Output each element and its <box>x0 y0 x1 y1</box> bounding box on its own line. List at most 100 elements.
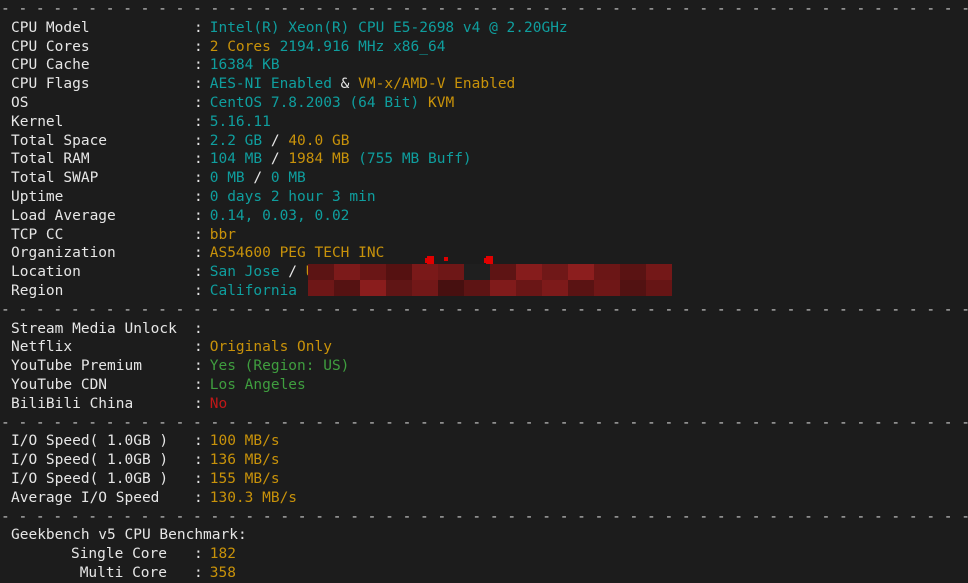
io-speed-row-label: I/O Speed( 1.0GB ) <box>11 452 169 469</box>
system-info-row-colon: : <box>194 151 203 168</box>
system-info-row-label: CPU Model <box>11 19 90 36</box>
system-info-row-value-part: 2.2 GB <box>209 132 263 149</box>
stream-media-row-value: No <box>203 396 227 412</box>
io-speed-row-value-part: 155 MB/s <box>209 470 280 487</box>
system-info-row-value: 0 days 2 hour 3 min <box>203 189 376 205</box>
io-speed-row-colon: : <box>194 489 203 506</box>
io-speed-row-colon: : <box>194 470 203 487</box>
redaction-tile <box>620 264 646 280</box>
redaction-tile <box>412 280 438 296</box>
system-info-row-colon: : <box>194 132 203 149</box>
system-info-row-value: CentOS 7.8.2003 (64 Bit) KVM <box>203 95 454 111</box>
geekbench-row-value: 182 <box>203 546 236 562</box>
system-info-row-value: bbr <box>203 227 236 243</box>
stream-media-row: YouTube Premium: Yes (Region: US) <box>0 357 968 376</box>
geekbench-row-label: Multi Core <box>79 564 167 581</box>
system-info-row-label: CPU Cache <box>11 57 90 74</box>
redaction-tile <box>646 264 672 280</box>
system-info-row-label: Total RAM <box>11 151 90 168</box>
stream-media-row-value-part: Yes (Region: US) <box>209 358 350 375</box>
system-info-row: Total SWAP:0 MB / 0 MB <box>0 169 968 188</box>
system-info-row-value-part: California <box>209 282 298 299</box>
redaction-tile <box>360 264 386 280</box>
system-info-row-value-part: KVM <box>427 94 455 111</box>
redaction-tile <box>594 264 620 280</box>
divider-after-io: - - - - - - - - - - - - - - - - - - - - … <box>1 508 968 525</box>
stream-media-row-colon: : <box>194 395 203 412</box>
system-info-row-value-part: / <box>262 151 289 168</box>
system-info-row: Load Average:0.14, 0.03, 0.02 <box>0 207 968 226</box>
io-speed-row-colon: : <box>194 433 203 450</box>
redaction-tile <box>542 264 568 280</box>
system-info-row-colon: : <box>194 170 203 187</box>
system-info-row-value-part: 0 MB <box>209 170 245 187</box>
redaction-tile <box>334 280 360 296</box>
geekbench-row: Multi Core:358 <box>0 564 968 583</box>
system-info-row-value-part: 2 Cores <box>209 38 271 55</box>
io-speed-row-value-part: 100 MB/s <box>209 433 280 450</box>
system-info-row-colon: : <box>194 226 203 243</box>
redaction-tile <box>490 264 516 280</box>
system-info-row-value-part: 0 days 2 hour 3 min <box>209 188 376 205</box>
redaction-tile <box>646 280 672 296</box>
divider-top: - - - - - - - - - - - - - - - - - - - - … <box>1 1 968 17</box>
system-info-row: Kernel:5.16.11 <box>0 113 968 132</box>
redaction-tile <box>308 264 334 280</box>
system-info-row-value: 2 Cores 2194.916 MHz x86_64 <box>203 39 446 55</box>
system-info-row-value-part: CentOS 7.8.2003 (64 Bit) <box>209 94 428 111</box>
stream-media-row: BiliBili China: No <box>0 395 968 414</box>
system-info-row-value-part: bbr <box>209 226 236 243</box>
system-info-row-label: Region <box>11 282 64 299</box>
stream-media-title: Stream Media Unlock <box>11 320 177 337</box>
system-info-row-colon: : <box>194 264 203 281</box>
system-info-row-value: AES-NI Enabled & VM-x/AMD-V Enabled <box>203 76 516 92</box>
system-info-row-colon: : <box>194 207 203 224</box>
system-info-row-value-part: 5.16.11 <box>209 113 271 130</box>
geekbench-row-value: 358 <box>203 565 236 581</box>
system-info-row-value: 5.16.11 <box>203 114 271 130</box>
io-speed-section: I/O Speed( 1.0GB ):100 MB/s I/O Speed( 1.… <box>0 432 968 507</box>
system-info-row: Total Space:2.2 GB / 40.0 GB <box>0 132 968 151</box>
stream-media-row-label: BiliBili China <box>11 395 134 412</box>
io-speed-row-value-part: 136 MB/s <box>209 452 280 469</box>
system-info-row-label: OS <box>11 94 29 111</box>
system-info-row-value-part: / <box>279 264 306 281</box>
stream-media-row-label: YouTube CDN <box>11 376 108 393</box>
redaction-tile <box>438 280 464 296</box>
stream-media-row-colon: : <box>194 376 203 393</box>
stream-media-row-value-part: Los Angeles <box>209 376 306 393</box>
io-speed-row: I/O Speed( 1.0GB ):100 MB/s <box>0 432 968 451</box>
stream-media-row: YouTube CDN: Los Angeles <box>0 376 968 395</box>
redaction-mark-3 <box>444 257 448 261</box>
system-info-row-colon: : <box>194 38 203 55</box>
system-info-row-label: CPU Cores <box>11 38 90 55</box>
system-info-row-label: Kernel <box>11 113 64 130</box>
redaction-tile <box>412 264 438 280</box>
system-info-row-label: CPU Flags <box>11 76 90 93</box>
system-info-row-value: Intel(R) Xeon(R) CPU E5-2698 v4 @ 2.20GH… <box>203 20 568 36</box>
system-info-row: CPU Cores:2 Cores 2194.916 MHz x86_64 <box>0 38 968 57</box>
system-info-row-value-part <box>271 39 280 55</box>
geekbench-section: Single Core:182 Multi Core:358 <box>0 545 968 583</box>
system-info-row-colon: : <box>194 57 203 74</box>
stream-media-row: Netflix: Originals Only <box>0 338 968 357</box>
redaction-tile <box>464 280 490 296</box>
system-info-row-value-part: Intel(R) Xeon(R) CPU E5-2698 v4 @ 2.20GH… <box>209 19 568 36</box>
io-speed-row-label: I/O Speed( 1.0GB ) <box>11 470 169 487</box>
divider-after-stream: - - - - - - - - - - - - - - - - - - - - … <box>1 414 968 431</box>
redaction-tile <box>620 280 646 296</box>
system-info-row-value-part: 1984 MB <box>288 151 350 168</box>
system-info-row-colon: : <box>194 282 203 299</box>
redaction-tile <box>516 264 542 280</box>
redaction-tile <box>516 280 542 296</box>
system-info-row-value-part: (755 MB Buff) <box>349 151 472 168</box>
system-info-row-value-part: & <box>331 76 359 93</box>
stream-media-title-row: Stream Media Unlock: <box>0 320 968 339</box>
stream-media-row-value: Originals Only <box>203 339 332 355</box>
io-speed-row: I/O Speed( 1.0GB ):155 MB/s <box>0 470 968 489</box>
geekbench-row-colon: : <box>194 546 203 563</box>
system-info-row-value-part: San Jose <box>209 264 280 281</box>
geekbench-row-label: Single Core <box>70 546 167 563</box>
geekbench-row: Single Core:182 <box>0 545 968 564</box>
io-speed-row-label: I/O Speed( 1.0GB ) <box>11 433 169 450</box>
